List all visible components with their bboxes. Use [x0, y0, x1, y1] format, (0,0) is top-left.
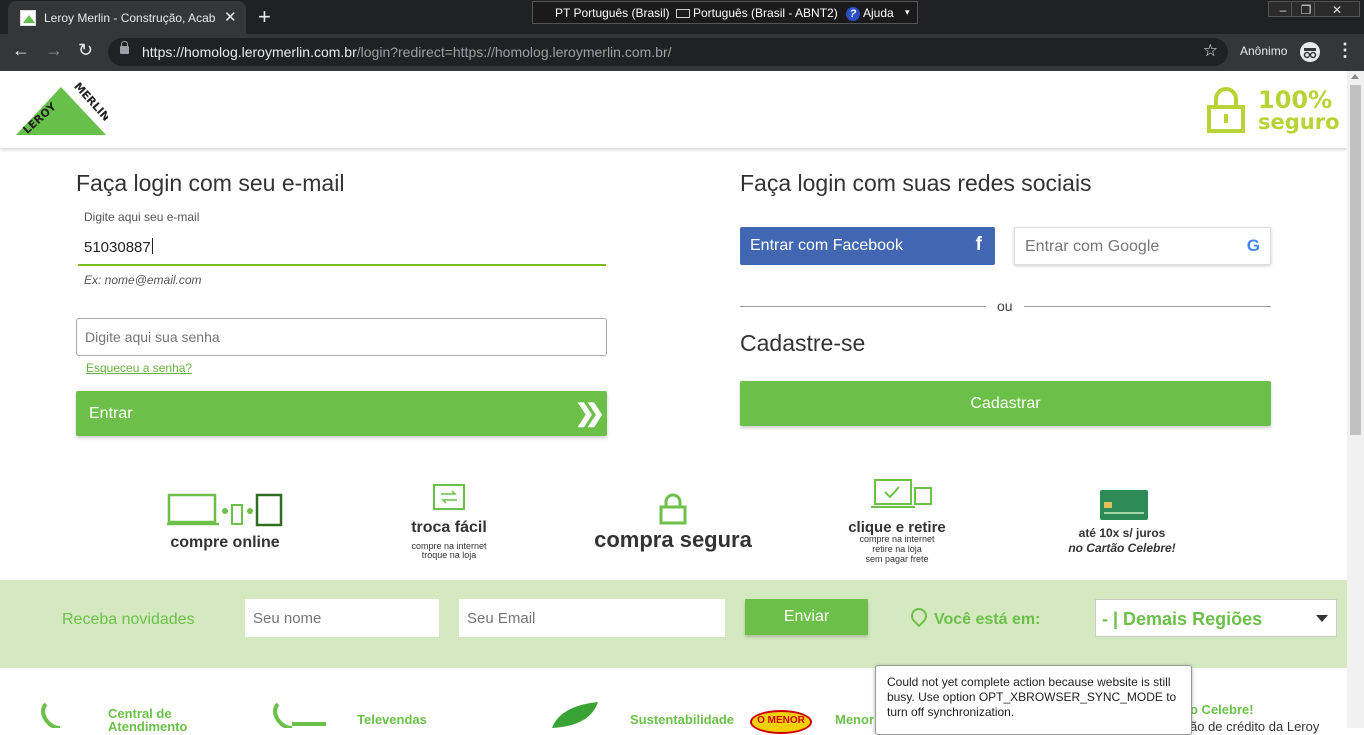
help-button[interactable]: ? Ajuda — [846, 6, 894, 21]
phone-icon — [41, 702, 61, 728]
menor-preco-link[interactable]: Menor — [835, 713, 874, 726]
menu-kebab-icon[interactable]: ⋮ — [1336, 40, 1354, 61]
facebook-login-button[interactable]: Entrar com Facebook f — [740, 227, 995, 265]
location-label: Você está em: — [934, 611, 1041, 628]
page-scrollbar[interactable] — [1347, 71, 1364, 728]
cartao-celebre-desc: ão de crédito da Leroy — [1190, 719, 1320, 734]
forward-icon[interactable]: → — [45, 40, 63, 61]
window-close-button[interactable]: ✕ — [1314, 1, 1360, 17]
url-text[interactable]: https://homolog.leroymerlin.com.br/login… — [142, 44, 672, 60]
scrollbar-thumb[interactable] — [1350, 85, 1361, 435]
social-login-title: Faça login com suas redes sociais — [740, 170, 1092, 196]
region-value: - | Demais Regiões — [1102, 609, 1263, 629]
credit-card-icon — [1100, 490, 1148, 520]
incognito-icon[interactable] — [1300, 42, 1320, 62]
email-field-underline — [78, 264, 606, 266]
lock-icon[interactable] — [120, 41, 129, 54]
televendas-link[interactable]: Televendas — [357, 713, 427, 726]
language-bar: PT Português (Brasil) Português (Brasil … — [532, 1, 918, 24]
or-separator: ou — [997, 298, 1013, 314]
google-login-button[interactable]: Entrar com Google G — [1014, 227, 1271, 265]
browser-tab-strip: Leroy Merlin - Construção, Acaba ✕ + PT … — [0, 0, 1364, 34]
padlock-icon — [1207, 87, 1245, 133]
leroy-merlin-logo[interactable]: LEROY MERLIN — [14, 80, 113, 137]
tab-title: Leroy Merlin - Construção, Acaba — [44, 11, 216, 25]
cartao-celebre-line2: no Cartão Celebre! — [1068, 541, 1176, 555]
new-tab-button[interactable]: + — [258, 4, 271, 30]
location-pin-icon — [907, 604, 931, 628]
close-tab-icon[interactable]: ✕ — [224, 8, 237, 26]
email-label: Digite aqui seu e-mail — [84, 210, 200, 224]
forgot-password-link[interactable]: Esqueceu a senha? — [86, 361, 192, 375]
login-button[interactable]: Entrar ❯❯ — [76, 391, 607, 436]
benefit-compre-online: compre online — [170, 534, 280, 551]
reload-icon[interactable]: ↻ — [78, 40, 93, 61]
facebook-button-label: Entrar com Facebook — [750, 237, 903, 254]
help-icon: ? — [846, 7, 860, 21]
troca-facil-title: troca fácil — [388, 519, 510, 537]
leaf-icon — [552, 702, 598, 728]
double-chevron-right-icon: ❯❯ — [574, 400, 605, 427]
language-bar-menu-icon[interactable]: ▾ — [905, 7, 910, 18]
email-field[interactable]: 51030887 — [84, 238, 153, 256]
scroll-up-icon[interactable] — [1351, 74, 1359, 79]
region-select[interactable]: - | Demais Regiões — [1095, 599, 1337, 637]
google-icon: G — [1246, 236, 1260, 255]
back-icon[interactable]: ← — [12, 40, 30, 61]
newsletter-label: Receba novidades — [62, 611, 195, 628]
login-button-label: Entrar — [89, 405, 133, 422]
browser-tab[interactable]: Leroy Merlin - Construção, Acaba ✕ — [8, 1, 246, 34]
language-indicator[interactable]: PT Português (Brasil) — [555, 6, 670, 20]
chevron-down-icon — [1316, 615, 1328, 622]
clique-e-retire-line2: retire na loja — [872, 544, 922, 554]
site-header: LEROY MERLIN 100% seguro — [0, 71, 1347, 148]
site-favicon-icon — [20, 10, 36, 26]
benefit-compra-segura: compra segura — [594, 527, 752, 552]
sync-warning-tooltip: Could not yet complete action because we… — [875, 665, 1192, 735]
menor-preco-badge: O MENOR — [750, 710, 812, 734]
secure-badge: 100% seguro — [1206, 87, 1340, 133]
google-button-label: Entrar com Google — [1025, 238, 1160, 255]
newsletter-bar: Receba novidades Enviar Você está em: - … — [0, 580, 1347, 668]
padlock-icon — [659, 493, 687, 525]
sustentabilidade-link[interactable]: Sustentabilidade — [630, 713, 734, 726]
address-bar[interactable]: https://homolog.leroymerlin.com.br/login… — [108, 38, 1228, 66]
troca-facil-line2: troque na loja — [421, 550, 477, 560]
facebook-icon: f — [975, 234, 982, 255]
central-atendimento-link[interactable]: Central de Atendimento — [108, 707, 208, 733]
telephone-icon — [273, 702, 326, 728]
clique-e-retire-line3: sem pagar frete — [865, 554, 929, 564]
email-hint: Ex: nome@email.com — [84, 273, 202, 287]
register-button[interactable]: Cadastrar — [740, 381, 1271, 426]
divider-right — [1024, 306, 1271, 307]
bookmark-star-icon[interactable]: ☆ — [1203, 41, 1218, 61]
incognito-label[interactable]: Anônimo — [1240, 44, 1287, 58]
browser-toolbar: ← → ↻ https://homolog.leroymerlin.com.br… — [0, 34, 1364, 71]
cartao-celebre-link[interactable]: o Celebre! — [1190, 703, 1254, 716]
cartao-celebre-line1: até 10x s/ juros — [1078, 526, 1166, 540]
keyboard-layout[interactable]: Português (Brasil - ABNT2) — [676, 6, 838, 20]
devices-icon — [167, 493, 283, 527]
newsletter-send-button[interactable]: Enviar — [745, 599, 868, 635]
laptop-box-icon — [871, 479, 932, 508]
register-title: Cadastre-se — [740, 330, 866, 356]
clique-e-retire-line1: compre na internet — [859, 534, 935, 544]
email-login-title: Faça login com seu e-mail — [76, 170, 345, 196]
keyboard-icon — [676, 9, 690, 18]
secure-text: 100% seguro — [1258, 86, 1340, 134]
password-field[interactable] — [76, 318, 607, 356]
newsletter-name-input[interactable] — [245, 599, 439, 637]
newsletter-email-input[interactable] — [459, 599, 725, 637]
exchange-icon — [433, 484, 465, 510]
divider-left — [740, 306, 986, 307]
